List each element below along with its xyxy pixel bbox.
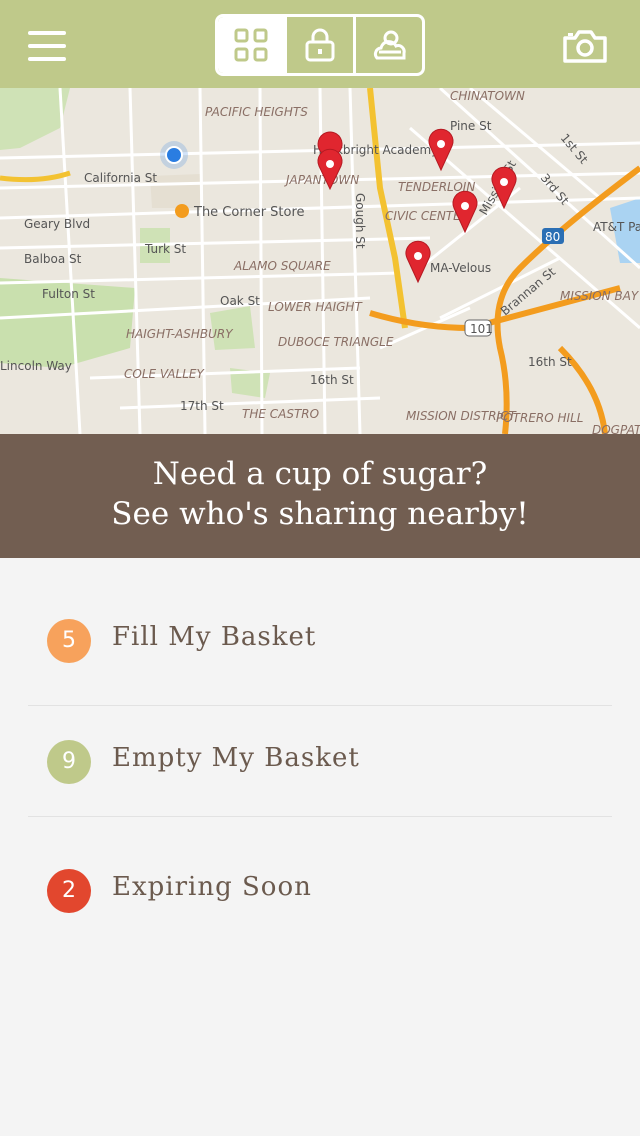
list-item-empty-basket[interactable]: 9 Empty My Basket: [28, 705, 612, 815]
divider: [28, 816, 612, 817]
map-label-pacific-heights: PACIFIC HEIGHTS: [205, 105, 308, 119]
map-label-balboa-st: Balboa St: [24, 252, 82, 266]
top-bar: [0, 0, 640, 88]
list-item-label: Fill My Basket: [112, 622, 317, 652]
map-label-dogpatch: DOGPATCH: [592, 423, 640, 434]
count-badge: 2: [47, 869, 91, 913]
list-item-label: Expiring Soon: [112, 872, 312, 902]
map-label-turk-st: Turk St: [144, 242, 186, 256]
lock-icon: [305, 28, 335, 62]
banner-line-2: See who's sharing nearby!: [111, 496, 529, 532]
list-item-label: Empty My Basket: [112, 743, 360, 773]
map-label-california-st: California St: [84, 171, 157, 185]
map-label-potrero-hill: POTRERO HILL: [496, 411, 583, 425]
view-switcher: [215, 14, 425, 76]
map-label-duboce-triangle: DUBOCE TRIANGLE: [278, 335, 394, 349]
tab-lock[interactable]: [287, 17, 356, 73]
tab-profile[interactable]: [356, 17, 422, 73]
count-badge: 5: [47, 619, 91, 663]
map-label-alamo-square: ALAMO SQUARE: [233, 259, 331, 273]
grid-icon: [234, 28, 268, 62]
banner-line-1: Need a cup of sugar?: [152, 456, 488, 492]
map-label-gough-st: Gough St: [353, 193, 367, 249]
camera-icon[interactable]: [562, 28, 608, 64]
map-label-corner-store: The Corner Store: [193, 205, 305, 220]
map-label-fulton-st: Fulton St: [42, 287, 95, 301]
map-canvas: 101 80 PACIFIC HEIGHTS CHINATOWN Pine St…: [0, 88, 640, 434]
list-item-fill-basket[interactable]: 5 Fill My Basket: [28, 584, 612, 694]
map-label-16th-st-east: 16th St: [528, 355, 572, 369]
map-label-pine-st: Pine St: [450, 119, 492, 133]
map-view[interactable]: 101 80 PACIFIC HEIGHTS CHINATOWN Pine St…: [0, 88, 640, 434]
map-label-17th-st: 17th St: [180, 399, 224, 413]
map-label-cole-valley: COLE VALLEY: [124, 367, 205, 381]
map-label-att-park: AT&T Park: [593, 220, 640, 234]
map-label-geary-blvd: Geary Blvd: [24, 217, 90, 231]
count-badge: 9: [47, 740, 91, 784]
map-label-chinatown: CHINATOWN: [450, 89, 525, 103]
tab-grid[interactable]: [218, 17, 287, 73]
map-label-lower-haight: LOWER HAIGHT: [268, 300, 363, 314]
map-label-80: 80: [545, 230, 560, 244]
map-label-haight-ashbury: HAIGHT-ASHBURY: [126, 327, 234, 341]
map-label-16th-st: 16th St: [310, 373, 354, 387]
map-label-ma-velous: MA-Velous: [430, 261, 491, 275]
map-label-mission-bay: MISSION BAY: [560, 289, 640, 303]
hamburger-icon[interactable]: [28, 31, 66, 61]
promo-banner: Need a cup of sugar? See who's sharing n…: [0, 434, 640, 558]
map-label-oak-st: Oak St: [220, 294, 260, 308]
list-item-expiring-soon[interactable]: 2 Expiring Soon: [28, 834, 612, 944]
user-cloud-icon: [373, 30, 406, 60]
map-label-lincoln-way: Lincoln Way: [0, 359, 72, 373]
map-label-101: 101: [470, 322, 493, 336]
map-label-japantown: JAPANTOWN: [284, 173, 359, 187]
map-label-castro: THE CASTRO: [242, 407, 319, 421]
